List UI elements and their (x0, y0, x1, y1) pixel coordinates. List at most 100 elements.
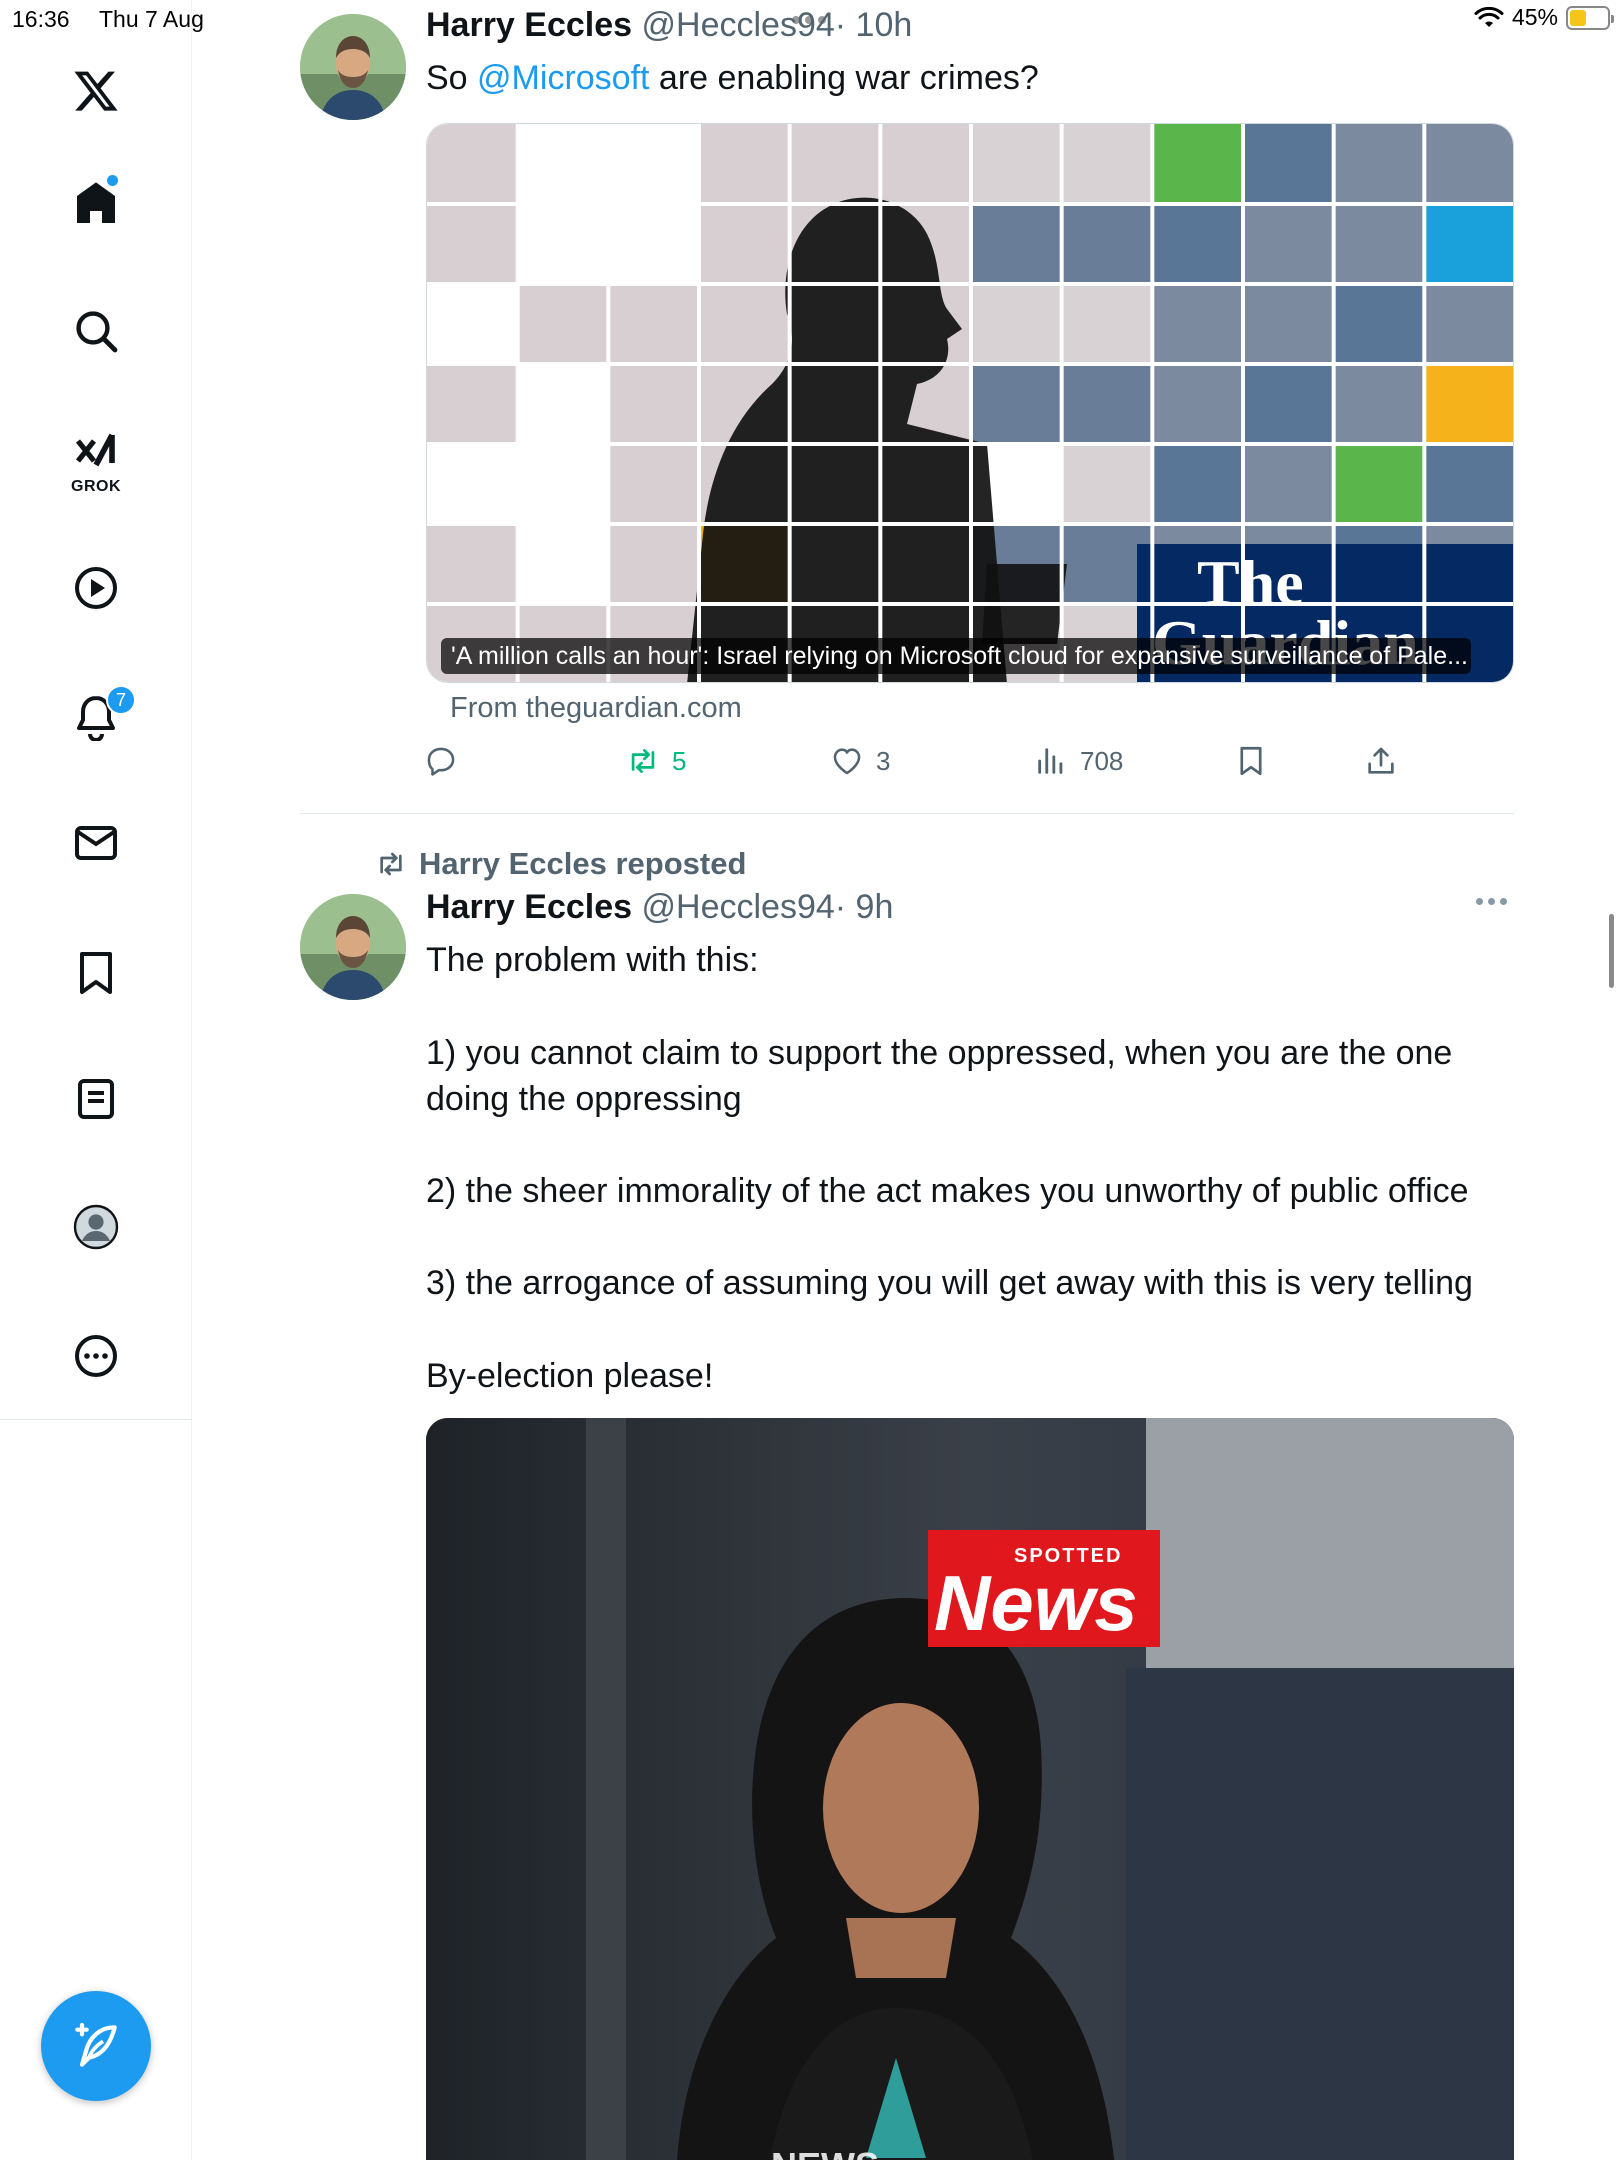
mosaic-tile (699, 204, 790, 284)
mosaic-tile (1152, 124, 1243, 204)
tweet-actions: 5 3 708 (426, 742, 1426, 792)
mosaic-tile (1243, 364, 1334, 444)
views-icon (1038, 748, 1063, 774)
mosaic-tile (971, 124, 1062, 204)
mosaic-tile (789, 124, 881, 204)
avatar[interactable] (300, 894, 406, 1000)
repost-label[interactable]: Harry Eccles reposted (419, 846, 746, 882)
video-icon[interactable] (65, 557, 127, 619)
grok-icon[interactable] (65, 422, 127, 484)
tweet-text-line: The problem with this: (426, 941, 759, 979)
views-button[interactable]: 708 (1034, 744, 1123, 778)
card-title: 'A million calls an hour': Israel relyin… (441, 638, 1471, 674)
mosaic-tile (1243, 444, 1334, 524)
bookmark-button[interactable] (1234, 744, 1268, 778)
mosaic-tile (1424, 364, 1513, 444)
tweet-text-part: are enabling war crimes? (649, 59, 1039, 97)
battery-icon (1566, 5, 1614, 30)
scrollbar-thumb[interactable] (1609, 914, 1614, 988)
mosaic-tile (1424, 444, 1513, 524)
mosaic-tile (971, 364, 1062, 444)
mosaic-tile (971, 284, 1062, 364)
mail-icon[interactable] (65, 812, 127, 874)
mosaic-tile (1333, 124, 1425, 204)
mosaic-tile (1424, 204, 1513, 284)
author-handle[interactable]: @Heccles94 (642, 6, 835, 44)
x-logo-icon[interactable] (65, 60, 127, 122)
mention-link[interactable]: @Microsoft (477, 59, 649, 97)
mosaic-tile (1061, 204, 1153, 284)
tweet-text-part: So (426, 59, 478, 97)
mosaic-tile (608, 524, 699, 604)
bookmark-icon (1240, 746, 1262, 776)
share-button[interactable] (1364, 744, 1398, 778)
tweet-text: So @Microsoft are enabling war crimes? (426, 55, 1039, 101)
status-right: 45% (1474, 4, 1614, 31)
lists-icon[interactable] (65, 1068, 127, 1130)
home-notification-dot (107, 175, 118, 186)
mosaic-tile (608, 444, 699, 524)
tweet-time[interactable]: · 10h (835, 6, 913, 44)
battery-percent: 45% (1511, 4, 1558, 30)
notification-badge: 7 (106, 685, 136, 715)
repost-button[interactable]: 5 (626, 744, 686, 778)
mosaic-tile (608, 364, 699, 444)
heart-icon (833, 748, 861, 775)
link-card[interactable]: The Guardian 'A million calls an hour': … (426, 123, 1514, 683)
author-name[interactable]: Harry Eccles (426, 888, 632, 926)
tweet-time[interactable]: · 9h (835, 888, 894, 926)
sidebar: GROK 7 (0, 0, 192, 2160)
tweet-text-line: 2) the sheer immorality of the act makes… (426, 1172, 1469, 1210)
mosaic-tile (517, 444, 609, 524)
grok-label: GROK (71, 478, 121, 495)
mosaic-tile (1061, 364, 1153, 444)
views-count: 708 (1080, 745, 1124, 776)
mosaic-tile (608, 124, 699, 204)
mosaic-tile (517, 524, 609, 604)
battery-fill (1570, 9, 1587, 26)
card-source[interactable]: From theguardian.com (450, 692, 742, 725)
more-options-icon[interactable] (1476, 898, 1507, 905)
tweet-photo[interactable]: SPOTTED News NEWS (426, 1418, 1514, 2160)
search-icon[interactable] (65, 300, 127, 362)
photo-bottom-text: NEWS (771, 2145, 879, 2160)
card-image: The Guardian (427, 124, 1513, 682)
mosaic-tile (427, 364, 518, 444)
mosaic-tile (1152, 364, 1243, 444)
mosaic-tile (1152, 284, 1243, 364)
more-icon[interactable] (65, 1325, 127, 1387)
mosaic-tile (1333, 364, 1425, 444)
like-count: 3 (876, 745, 891, 776)
reply-button[interactable] (424, 744, 470, 778)
mosaic-tile (427, 444, 518, 524)
mosaic-tile (608, 284, 699, 364)
repost-indicator: Harry Eccles reposted (375, 846, 746, 882)
mosaic-tile (1061, 124, 1153, 204)
mosaic-tile (517, 284, 609, 364)
mosaic-tile (427, 284, 518, 364)
mosaic-tile (1243, 284, 1334, 364)
bookmark-icon[interactable] (65, 942, 127, 1004)
repost-icon (380, 852, 402, 876)
author-name[interactable]: Harry Eccles (426, 6, 632, 44)
like-button[interactable]: 3 (830, 744, 890, 778)
profile-icon[interactable] (65, 1196, 127, 1258)
compose-button[interactable] (41, 1991, 151, 2101)
wifi-icon (1474, 6, 1504, 27)
reply-icon (427, 747, 455, 776)
mosaic-tile (1061, 444, 1153, 524)
author-handle[interactable]: @Heccles94 (642, 888, 835, 926)
tweet-text-line: 1) you cannot claim to support the oppre… (426, 1034, 1453, 1118)
photo-image: SPOTTED News NEWS (426, 1418, 1514, 2160)
mosaic-tile (1333, 284, 1425, 364)
mosaic-tile (1424, 124, 1513, 204)
mosaic-tile (699, 284, 790, 364)
tweet-header: Harry Eccles @Heccles94· 10h (426, 6, 912, 45)
mosaic-tile (1061, 284, 1153, 364)
mosaic-tile (427, 524, 518, 604)
mosaic-tile (1333, 444, 1425, 524)
mosaic-tile (517, 364, 609, 444)
mosaic-tile (427, 204, 518, 284)
avatar[interactable] (300, 14, 406, 120)
share-icon (1368, 747, 1394, 774)
